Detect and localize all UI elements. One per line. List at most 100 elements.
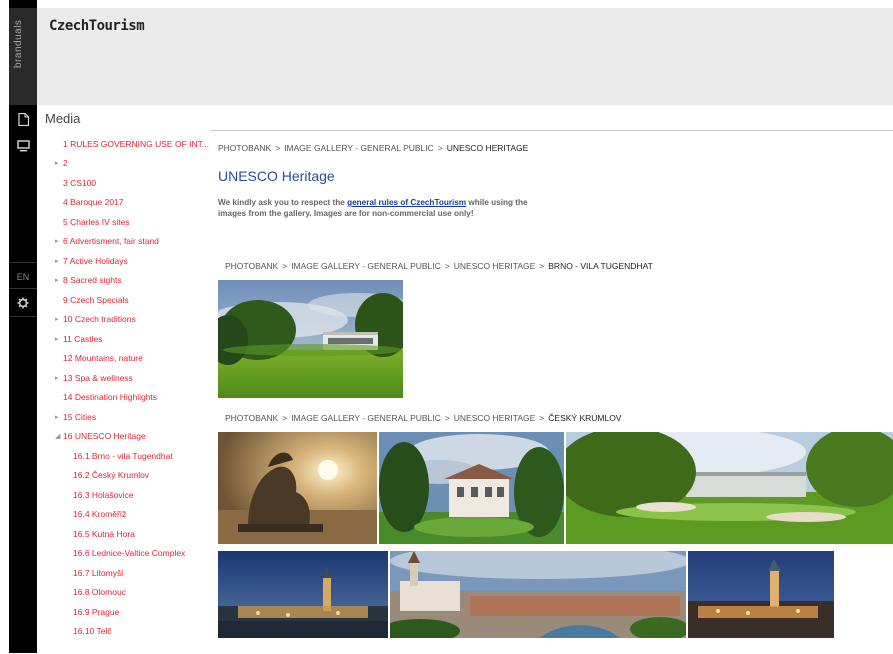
breadcrumb-current: UNESCO HERITAGE bbox=[446, 143, 529, 153]
tree-item-label: 13 Spa & wellness bbox=[63, 372, 133, 383]
tree-item[interactable]: 3 CS100 bbox=[45, 173, 210, 193]
tree-subitem[interactable]: 16.4 Kroměříž bbox=[45, 505, 210, 525]
tree-item-label: 5 Charles IV sites bbox=[63, 216, 130, 227]
tree-item[interactable]: 14 Destination Highlights bbox=[45, 388, 210, 408]
rail-divider bbox=[9, 262, 37, 263]
tree-subitem[interactable]: 16.3 Holašovice bbox=[45, 485, 210, 505]
tree-item-label: 6 Advertisment, fair stand bbox=[63, 236, 159, 247]
tree-item-label: 4 Baroque 2017 bbox=[63, 197, 124, 208]
category-tree: 1 RULES GOVERNING USE OF INT... ▸ 2 3 CS100… bbox=[45, 134, 210, 641]
photo-thumbnail-krumlov-dusk[interactable] bbox=[688, 551, 834, 638]
tree-item[interactable]: ▸ 13 Spa & wellness bbox=[45, 368, 210, 388]
breadcrumb-item[interactable]: PHOTOBANK bbox=[218, 143, 271, 153]
tree-item-label: 16.1 Brno - vila Tugendhat bbox=[73, 450, 173, 461]
brand-vertical-label: branduals bbox=[13, 19, 24, 68]
tree-subitem[interactable]: 16.6 Lednice-Valtice Complex bbox=[45, 544, 210, 564]
document-icon[interactable] bbox=[9, 107, 37, 131]
tree-subitem[interactable]: 16.7 Litomyšl bbox=[45, 563, 210, 583]
tree-item-label: 16.2 Český Krumlov bbox=[73, 470, 150, 481]
tree-item[interactable]: ▸ 8 Sacred sights bbox=[45, 271, 210, 291]
tree-item-label: 11 Castles bbox=[63, 333, 103, 344]
rail-brand-area: branduals bbox=[9, 8, 37, 105]
tree-item-label: 2 bbox=[63, 158, 68, 169]
breadcrumb-item[interactable]: IMAGE GALLERY - GENERAL PUBLIC bbox=[291, 261, 441, 271]
tree-subitem[interactable]: 16.10 Telč bbox=[45, 622, 210, 642]
media-section-title: Media bbox=[45, 111, 81, 126]
tree-item[interactable]: 12 Mountains, nature bbox=[45, 349, 210, 369]
tree-item[interactable]: 1 RULES GOVERNING USE OF INT... bbox=[45, 134, 210, 154]
app-rail: branduals EN bbox=[9, 0, 37, 653]
breadcrumb: PHOTOBANK > IMAGE GALLERY - GENERAL PUBLIC… bbox=[218, 143, 529, 153]
collapsed-arrow-icon[interactable]: ▸ bbox=[55, 413, 63, 421]
czechtourism-logo[interactable]: CzechTourism bbox=[49, 18, 145, 34]
tree-subitem[interactable]: 16.2 Český Krumlov bbox=[45, 466, 210, 486]
tree-item[interactable]: ▸ 7 Active Holidays bbox=[45, 251, 210, 271]
collapsed-arrow-icon[interactable]: ▸ bbox=[55, 276, 63, 284]
tree-item-label: 12 Mountains, nature bbox=[63, 353, 143, 364]
tree-item[interactable]: 5 Charles IV sites bbox=[45, 212, 210, 232]
rail-divider bbox=[9, 316, 37, 317]
tree-subitem[interactable]: 16.1 Brno - vila Tugendhat bbox=[45, 446, 210, 466]
photo-thumbnail-krumlov-panorama[interactable] bbox=[390, 551, 686, 638]
tree-item[interactable]: ▸ 2 bbox=[45, 154, 210, 174]
photo-thumbnail-statue-fog[interactable] bbox=[218, 432, 377, 544]
tree-item[interactable]: ▸ 11 Castles bbox=[45, 329, 210, 349]
collapsed-arrow-icon[interactable]: ▸ bbox=[55, 257, 63, 265]
usage-notice: We kindly ask you to respect the general… bbox=[218, 198, 528, 218]
tree-subitem[interactable]: 16.5 Kutná Hora bbox=[45, 524, 210, 544]
photo-thumbnail-villa-tugendhat[interactable] bbox=[218, 280, 403, 398]
breadcrumb-item[interactable]: IMAGE GALLERY - GENERAL PUBLIC bbox=[284, 143, 434, 153]
photo-thumbnail-castle-park[interactable] bbox=[566, 432, 893, 544]
tree-item-label: 16.5 Kutná Hora bbox=[73, 528, 135, 539]
main-content: PHOTOBANK > IMAGE GALLERY - GENERAL PUBLIC… bbox=[210, 130, 893, 654]
breadcrumb-item[interactable]: UNESCO HERITAGE bbox=[454, 413, 536, 423]
breadcrumb-current: ČESKÝ KRUMLOV bbox=[548, 413, 622, 423]
tree-item[interactable]: 9 Czech Specials bbox=[45, 290, 210, 310]
breadcrumb-item[interactable]: PHOTOBANK bbox=[225, 413, 278, 423]
rail-divider bbox=[9, 288, 37, 289]
tree-subitem[interactable]: 16.8 Olomouc bbox=[45, 583, 210, 603]
collapsed-arrow-icon[interactable]: ▸ bbox=[55, 315, 63, 323]
collapsed-arrow-icon[interactable]: ▸ bbox=[55, 335, 63, 343]
tree-item[interactable]: 4 Baroque 2017 bbox=[45, 193, 210, 213]
tree-item-label: 16.6 Lednice-Valtice Complex bbox=[73, 548, 186, 559]
photo-thumbnail-krumlov-night[interactable] bbox=[218, 551, 388, 638]
breadcrumb-current: BRNO - VILA TUGENDHAT bbox=[548, 261, 653, 271]
tree-item-label: 10 Czech traditions bbox=[63, 314, 136, 325]
general-rules-link[interactable]: general rules of CzechTourism bbox=[347, 198, 466, 207]
app-header: CzechTourism bbox=[37, 8, 893, 105]
tree-item[interactable]: ▸ 10 Czech traditions bbox=[45, 310, 210, 330]
tree-item-label: 16.10 Telč bbox=[73, 626, 112, 637]
tree-subitem[interactable]: 16.9 Prague bbox=[45, 602, 210, 622]
tree-item-label: 15 Cities bbox=[63, 411, 97, 422]
tree-item[interactable]: ▸ 6 Advertisment, fair stand bbox=[45, 232, 210, 252]
left-margin bbox=[0, 0, 9, 653]
tree-item[interactable]: ◢ 16 UNESCO Heritage bbox=[45, 427, 210, 447]
breadcrumb-item[interactable]: PHOTOBANK bbox=[225, 261, 278, 271]
tree-item-label: 8 Sacred sights bbox=[63, 275, 122, 286]
photo-thumbnail-chateau-garden[interactable] bbox=[379, 432, 564, 544]
monitor-icon[interactable] bbox=[9, 134, 37, 158]
tree-item-label: 16.7 Litomyšl bbox=[73, 567, 124, 578]
collapsed-arrow-icon[interactable]: ▸ bbox=[55, 159, 63, 167]
page-title: UNESCO Heritage bbox=[218, 168, 335, 184]
collapsed-arrow-icon[interactable]: ▸ bbox=[55, 237, 63, 245]
gear-icon[interactable] bbox=[9, 291, 37, 315]
section-breadcrumb-cesky-krumlov: PHOTOBANK > IMAGE GALLERY - GENERAL PUBLIC… bbox=[225, 413, 622, 423]
breadcrumb-item[interactable]: IMAGE GALLERY - GENERAL PUBLIC bbox=[291, 413, 441, 423]
expanded-arrow-icon[interactable]: ◢ bbox=[55, 432, 63, 440]
tree-item-label: 16 UNESCO Heritage bbox=[63, 431, 146, 442]
tree-item-label: 3 CS100 bbox=[63, 177, 97, 188]
language-switch[interactable]: EN bbox=[9, 272, 37, 282]
tree-item-label: 14 Destination Highlights bbox=[63, 392, 158, 403]
tree-item-label: 16.4 Kroměříž bbox=[73, 509, 127, 520]
collapsed-arrow-icon[interactable]: ▸ bbox=[55, 374, 63, 382]
tree-item-label: 7 Active Holidays bbox=[63, 255, 128, 266]
tree-item-label: 16.8 Olomouc bbox=[73, 587, 126, 598]
tree-item-label: 1 RULES GOVERNING USE OF INT... bbox=[63, 138, 209, 149]
tree-item-label: 16.3 Holašovice bbox=[73, 489, 134, 500]
tree-item[interactable]: ▸ 15 Cities bbox=[45, 407, 210, 427]
breadcrumb-item[interactable]: UNESCO HERITAGE bbox=[454, 261, 536, 271]
tree-item-label: 9 Czech Specials bbox=[63, 294, 129, 305]
section-breadcrumb-brno: PHOTOBANK > IMAGE GALLERY - GENERAL PUBLIC… bbox=[225, 261, 653, 271]
